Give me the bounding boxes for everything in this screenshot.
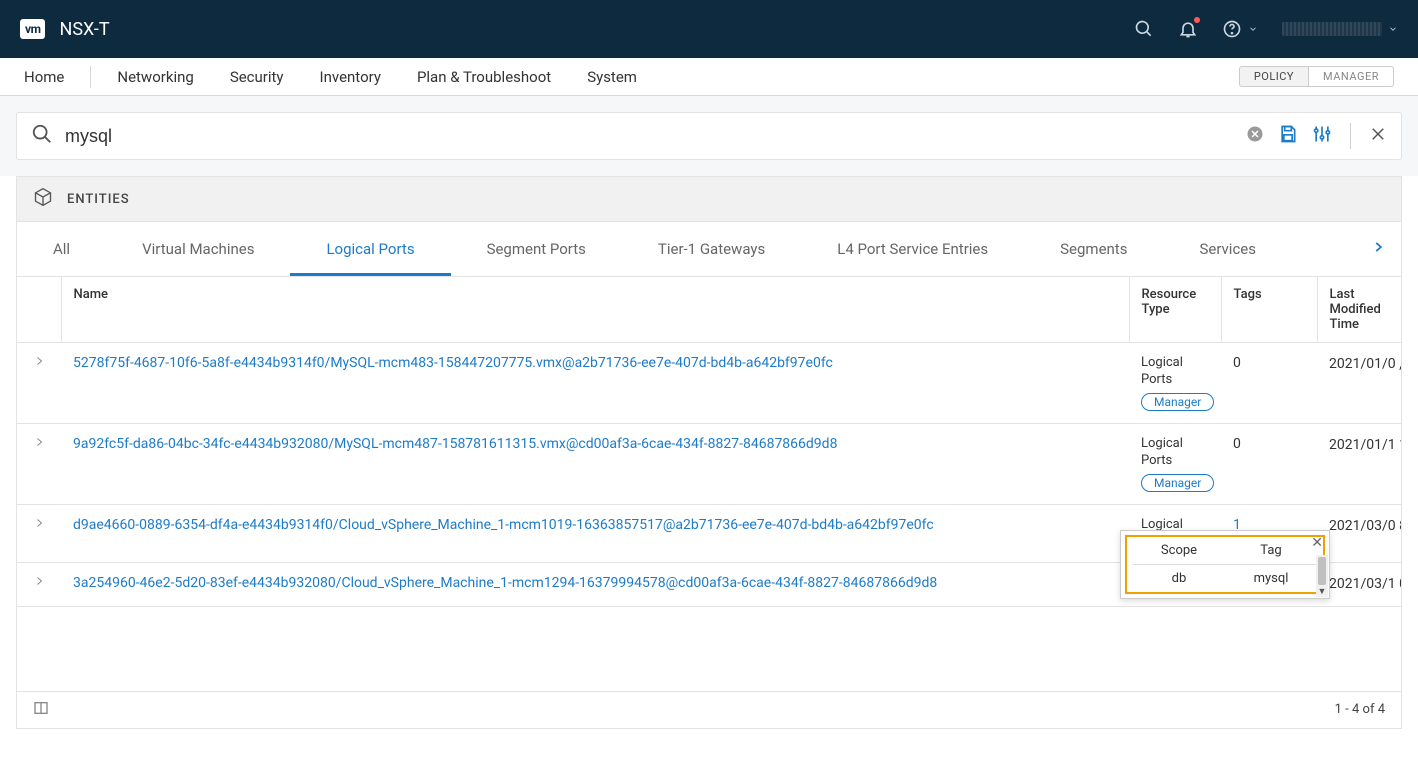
popover-close-button[interactable]: ✕ [1311,535,1323,551]
manager-badge: Manager [1141,393,1214,411]
expand-row-button[interactable] [29,436,49,448]
clear-search-button[interactable] [1246,125,1264,147]
popover-scrollbar[interactable]: ▼ [1316,555,1328,597]
search-box [16,112,1402,160]
popover-scope-value: db [1133,571,1225,586]
row-name-link[interactable]: 9a92fc5f-da86-04bc-34fc-e4434b932080/MyS… [73,436,837,452]
nav-separator [90,66,91,88]
tab-tier1-gateways[interactable]: Tier-1 Gateways [622,222,801,276]
col-name[interactable]: Name [61,277,1129,343]
table-header-row: Name Resource Type Tags Last Modified Ti… [17,277,1401,343]
chevron-down-icon [1388,24,1398,34]
search-icon[interactable] [1134,19,1154,39]
entities-icon [33,187,53,211]
tab-segment-ports[interactable]: Segment Ports [451,222,622,276]
notification-dot-icon [1194,17,1200,23]
col-tags[interactable]: Tags [1221,277,1317,343]
tab-virtual-machines[interactable]: Virtual Machines [106,222,290,276]
expand-row-button[interactable] [29,517,49,529]
table-footer: 1 - 4 of 4 [17,691,1401,728]
help-icon[interactable] [1222,19,1258,39]
tab-all[interactable]: All [17,222,106,276]
col-last-modified[interactable]: Last Modified Time [1317,277,1401,343]
tabs-scroll-right-button[interactable] [1355,240,1401,258]
tab-services[interactable]: Services [1163,222,1292,276]
row-name-link[interactable]: 5278f75f-4687-10f6-5a8f-e4434b9314f0/MyS… [73,355,833,371]
table-row: 5278f75f-4687-10f6-5a8f-e4434b9314f0/MyS… [17,343,1401,424]
filter-settings-button[interactable] [1312,124,1332,148]
column-settings-button[interactable] [33,700,49,720]
entities-header: ENTITIES [17,177,1401,222]
nav-security[interactable]: Security [212,58,302,95]
manager-badge: Manager [1141,474,1214,492]
nav-networking[interactable]: Networking [99,58,211,95]
table-row: 9a92fc5f-da86-04bc-34fc-e4434b932080/MyS… [17,423,1401,504]
nav-inventory[interactable]: Inventory [302,58,399,95]
nav-home[interactable]: Home [24,58,82,95]
vmware-logo: vm [20,19,45,39]
search-input[interactable] [65,126,1246,147]
nav-bar: Home Networking Security Inventory Plan … [0,58,1418,96]
mode-manager-button[interactable]: MANAGER [1308,66,1394,87]
row-name-link[interactable]: d9ae4660-0889-6354-df4a-e4434b9314f0/Clo… [73,517,934,533]
search-icon [31,123,53,149]
pagination-label: 1 - 4 of 4 [1335,702,1385,717]
nav-system[interactable]: System [569,58,655,95]
scroll-down-icon[interactable]: ▼ [1318,586,1327,597]
entities-label: ENTITIES [67,192,130,207]
username-obscured [1282,22,1382,36]
search-divider [1350,123,1351,149]
tab-segments[interactable]: Segments [1024,222,1163,276]
top-header: vm NSX-T [0,0,1418,58]
user-menu[interactable] [1282,22,1398,36]
nav-plan-troubleshoot[interactable]: Plan & Troubleshoot [399,58,569,95]
col-expand [17,277,61,343]
popover-scope-header: Scope [1133,543,1225,558]
close-search-button[interactable] [1369,125,1387,147]
tag-count: 0 [1233,355,1241,371]
tab-l4-port-service-entries[interactable]: L4 Port Service Entries [801,222,1024,276]
scrollbar-thumb[interactable] [1318,557,1326,585]
save-search-button[interactable] [1278,124,1298,148]
resource-type-label: Logical Ports [1141,355,1209,389]
expand-row-button[interactable] [29,575,49,587]
last-modified-time: 2021/01/1 11:02 AM [1317,423,1401,504]
row-name-link[interactable]: 3a254960-46e2-5d20-83ef-e4434b932080/Clo… [73,575,937,591]
resource-type-label: Logical Ports [1141,436,1209,470]
popover-tag-value: mysql [1225,571,1317,586]
tag-popover: ✕ Scope Tag db mysql ▼ [1120,530,1330,599]
mode-policy-button[interactable]: POLICY [1239,66,1308,87]
expand-row-button[interactable] [29,355,49,367]
content-area: ENTITIES All Virtual Machines Logical Po… [0,176,1418,745]
tag-count: 0 [1233,436,1241,452]
chevron-down-icon [1248,24,1258,34]
popover-tag-header: Tag [1225,543,1317,558]
tab-logical-ports[interactable]: Logical Ports [290,222,450,276]
product-name: NSX-T [59,19,109,40]
notification-bell-icon[interactable] [1178,19,1198,39]
col-resource-type[interactable]: Resource Type [1129,277,1221,343]
tabs: All Virtual Machines Logical Ports Segme… [17,222,1401,277]
last-modified-time: 2021/01/0 , 02:09 PM [1317,343,1401,424]
search-area [0,96,1418,176]
